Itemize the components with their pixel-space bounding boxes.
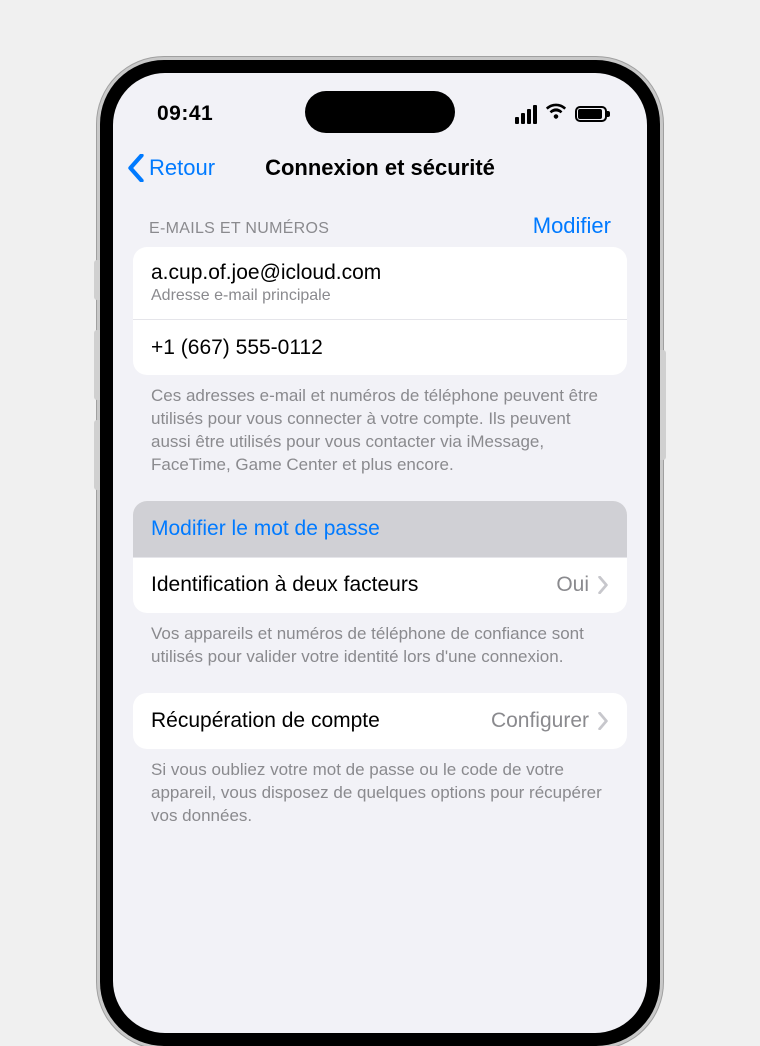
- change-password-label: Modifier le mot de passe: [151, 517, 380, 541]
- phone-frame: 09:41 Retour Connexion et sécurité: [100, 60, 660, 1046]
- page-title: Connexion et sécurité: [265, 155, 495, 181]
- edit-button[interactable]: Modifier: [533, 213, 611, 239]
- chevron-left-icon: [127, 154, 145, 182]
- chevron-right-icon: [597, 712, 609, 730]
- two-factor-label: Identification à deux facteurs: [151, 573, 418, 597]
- side-button-power: [660, 350, 666, 460]
- wifi-icon: [545, 102, 567, 126]
- section-header-emails: E-mails et numéros Modifier: [133, 193, 627, 247]
- change-password-row[interactable]: Modifier le mot de passe: [133, 501, 627, 557]
- email-value: a.cup.of.joe@icloud.com: [151, 261, 381, 285]
- status-time: 09:41: [157, 102, 213, 126]
- phone-value: +1 (667) 555-0112: [151, 336, 323, 360]
- emails-list-group: a.cup.of.joe@icloud.com Adresse e-mail p…: [133, 247, 627, 375]
- side-button-volume-up: [94, 330, 100, 400]
- settings-content: E-mails et numéros Modifier a.cup.of.joe…: [113, 193, 647, 891]
- navigation-bar: Retour Connexion et sécurité: [113, 137, 647, 193]
- two-factor-value: Oui: [556, 573, 589, 597]
- side-button-silence: [94, 260, 100, 300]
- phone-number-row[interactable]: +1 (667) 555-0112: [133, 319, 627, 375]
- battery-icon: [575, 106, 607, 122]
- cellular-signal-icon: [515, 105, 537, 124]
- account-recovery-label: Récupération de compte: [151, 709, 380, 733]
- email-primary-row[interactable]: a.cup.of.joe@icloud.com Adresse e-mail p…: [133, 247, 627, 319]
- back-label: Retour: [149, 155, 215, 181]
- recovery-footer: Si vous oubliez votre mot de passe ou le…: [133, 749, 627, 852]
- email-subtitle: Adresse e-mail principale: [151, 287, 381, 305]
- back-button[interactable]: Retour: [127, 154, 215, 182]
- account-recovery-row[interactable]: Récupération de compte Configurer: [133, 693, 627, 749]
- dynamic-island: [305, 91, 455, 133]
- section-header-label: E-mails et numéros: [149, 220, 329, 238]
- chevron-right-icon: [597, 576, 609, 594]
- two-factor-row[interactable]: Identification à deux facteurs Oui: [133, 557, 627, 613]
- emails-footer: Ces adresses e-mail et numéros de téléph…: [133, 375, 627, 501]
- phone-screen: 09:41 Retour Connexion et sécurité: [113, 73, 647, 1033]
- security-list-group: Modifier le mot de passe Identification …: [133, 501, 627, 613]
- security-footer: Vos appareils et numéros de téléphone de…: [133, 613, 627, 693]
- account-recovery-value: Configurer: [491, 709, 589, 733]
- status-indicators: [515, 102, 615, 126]
- side-button-volume-down: [94, 420, 100, 490]
- recovery-list-group: Récupération de compte Configurer: [133, 693, 627, 749]
